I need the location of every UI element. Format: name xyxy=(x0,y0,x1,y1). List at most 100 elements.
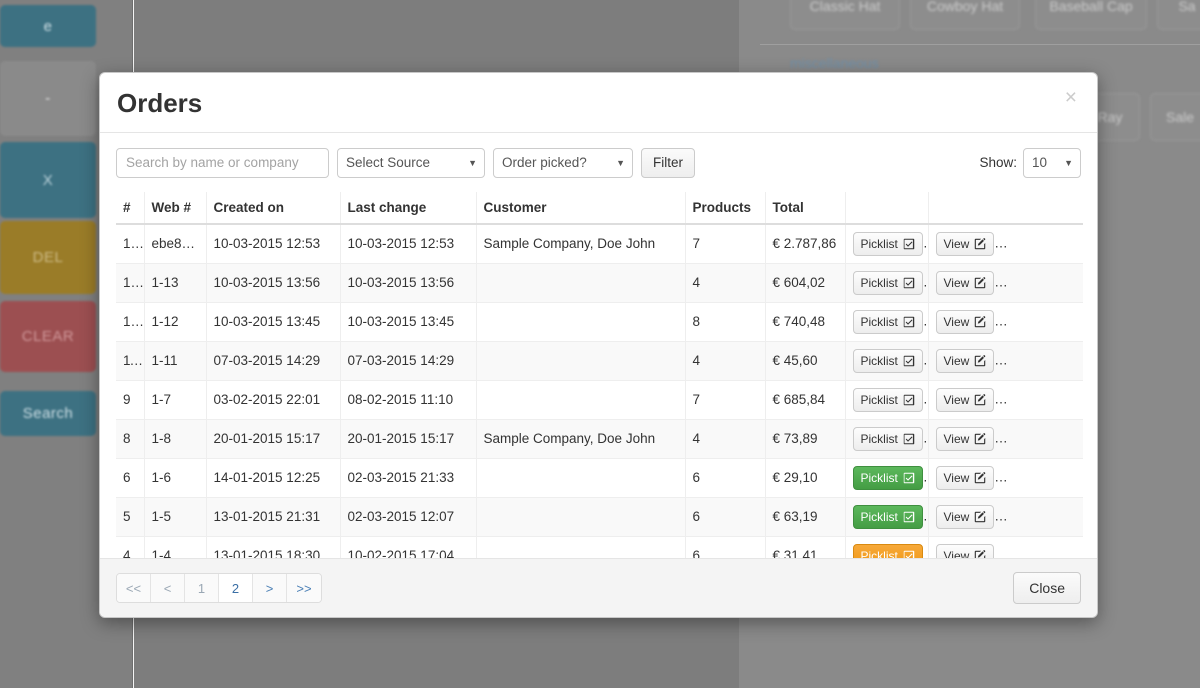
cell-actions: View Print receipt xyxy=(927,418,1083,459)
bg-key-del-label: DEL xyxy=(32,249,64,266)
cell-web-number: 1-7 xyxy=(143,379,206,420)
show-count-value: 10 xyxy=(1032,155,1048,171)
print-receipt-button[interactable]: Print receipt xyxy=(999,270,1083,295)
pagination-prev[interactable]: < xyxy=(151,574,185,602)
cell-order-total: € 685,84 xyxy=(764,379,845,420)
bg-key-minus[interactable]: - xyxy=(0,61,96,136)
bg-button-cowboy-hat[interactable]: Cowboy Hat xyxy=(910,0,1020,30)
cell-last-change: 10-03-2015 13:56 xyxy=(339,262,476,303)
cell-last-change: 02-03-2015 21:33 xyxy=(339,457,476,498)
bg-button-classic-hat[interactable]: Classic Hat xyxy=(790,0,900,30)
view-button[interactable]: View xyxy=(935,543,995,558)
view-button[interactable]: View xyxy=(935,504,995,529)
cell-actions: View Print receipt xyxy=(927,301,1083,342)
cell-products-count: 6 xyxy=(684,535,765,558)
view-button[interactable]: View xyxy=(935,348,995,373)
cell-web-number: 1-6 xyxy=(143,457,206,498)
picklist-button[interactable]: Picklist xyxy=(852,465,923,490)
cell-products-count: 7 xyxy=(684,223,765,264)
table-row: 12 1-12 10-03-2015 13:45 10-03-2015 13:45 8 €… xyxy=(116,301,1083,342)
column-header-: # xyxy=(116,191,144,225)
print-receipt-button-label: Print receipt xyxy=(1007,314,1072,329)
view-button-label: View xyxy=(943,392,970,407)
picklist-button[interactable]: Picklist xyxy=(852,426,923,451)
cell-created-on: 07-03-2015 14:29 xyxy=(205,340,340,381)
print-receipt-button-label: Print receipt xyxy=(1007,275,1072,290)
show-count-select[interactable]: 10 ▼ xyxy=(1023,147,1081,178)
printer-icon xyxy=(1076,511,1083,523)
picklist-button-label: Picklist xyxy=(860,509,898,524)
print-receipt-button[interactable]: Print receipt xyxy=(999,348,1083,373)
cell-order-number: 6 xyxy=(116,457,144,498)
print-receipt-button[interactable]: Print receipt xyxy=(999,309,1083,334)
print-receipt-button[interactable]: Print receipt xyxy=(999,426,1083,451)
picklist-button[interactable]: Picklist xyxy=(852,504,923,529)
bg-button-sale[interactable]: Sale xyxy=(1150,93,1200,141)
modal-body: Select Source ▼ Order picked? ▼ Filter S… xyxy=(100,132,1097,558)
cell-order-number: 4 xyxy=(116,535,144,558)
close-icon[interactable]: × xyxy=(1061,85,1081,110)
pagination-last[interactable]: >> xyxy=(287,574,321,602)
view-button[interactable]: View xyxy=(935,309,995,334)
picklist-button[interactable]: Picklist xyxy=(852,543,923,558)
cell-customer xyxy=(475,301,685,342)
cell-customer: Sample Company, Doe John xyxy=(475,418,685,459)
cell-actions: View Print receipt xyxy=(927,262,1083,303)
picklist-button[interactable]: Picklist xyxy=(852,231,923,256)
pagination-page-1[interactable]: 1 xyxy=(185,574,219,602)
printer-icon xyxy=(1076,472,1083,484)
print-receipt-button[interactable]: Print receipt xyxy=(999,387,1083,412)
bg-key-del[interactable]: DEL xyxy=(0,221,96,294)
cell-products-count: 4 xyxy=(684,340,765,381)
view-button[interactable]: View xyxy=(935,465,995,490)
check-square-icon xyxy=(903,433,915,445)
column-header-actions-7 xyxy=(844,191,928,225)
print-receipt-button[interactable]: Print receipt xyxy=(999,465,1083,490)
view-button[interactable]: View xyxy=(935,231,995,256)
cell-products-count: 6 xyxy=(684,496,765,537)
cell-actions: View Print receipt xyxy=(927,496,1083,537)
cell-web-number: 1-13 xyxy=(143,262,206,303)
search-input[interactable] xyxy=(116,147,329,178)
bg-key-e-label: e xyxy=(43,17,53,35)
print-receipt-button[interactable]: Print receipt xyxy=(999,504,1083,529)
pagination-page-2[interactable]: 2 xyxy=(219,574,253,602)
bg-button-baseball-cap[interactable]: Baseball Cap xyxy=(1035,0,1147,30)
printer-icon xyxy=(1076,277,1083,289)
orders-modal: Orders × Select Source ▼ Order picked? ▼… xyxy=(99,72,1098,618)
picklist-button[interactable]: Picklist xyxy=(852,387,923,412)
bg-button-sa[interactable]: Sa xyxy=(1157,0,1200,30)
print-receipt-button-label: Print receipt xyxy=(1007,236,1072,251)
cell-customer xyxy=(475,457,685,498)
order-picked-select[interactable]: Order picked? ▼ xyxy=(493,147,633,178)
view-button[interactable]: View xyxy=(935,426,995,451)
picklist-button[interactable]: Picklist xyxy=(852,270,923,295)
cell-web-number: 1-5 xyxy=(143,496,206,537)
bg-key-e[interactable]: e xyxy=(0,5,96,47)
view-button[interactable]: View xyxy=(935,270,995,295)
picklist-button[interactable]: Picklist xyxy=(852,348,923,373)
print-receipt-button[interactable]: Print receipt xyxy=(999,231,1083,256)
picklist-button-label: Picklist xyxy=(860,392,898,407)
picklist-button[interactable]: Picklist xyxy=(852,309,923,334)
print-receipt-button-label: Print receipt xyxy=(1007,353,1072,368)
pagination: << <1 2 > >> xyxy=(116,573,322,603)
column-header-created-on: Created on xyxy=(205,191,340,225)
close-button[interactable]: Close xyxy=(1013,572,1081,604)
print-receipt-button[interactable]: Print receipt xyxy=(999,543,1083,558)
bg-key-x[interactable]: X xyxy=(0,142,96,218)
source-select[interactable]: Select Source ▼ xyxy=(337,147,485,178)
cell-last-change: 20-01-2015 15:17 xyxy=(339,418,476,459)
filter-button[interactable]: Filter xyxy=(641,147,695,178)
table-row: 13 1-13 10-03-2015 13:56 10-03-2015 13:56 4 €… xyxy=(116,262,1083,303)
background-category-link-miscellaneous[interactable]: miscellaneous xyxy=(790,55,879,71)
view-button[interactable]: View xyxy=(935,387,995,412)
pagination-first[interactable]: << xyxy=(117,574,151,602)
bg-key-clear[interactable]: CLEAR xyxy=(0,301,96,372)
cell-products-count: 8 xyxy=(684,301,765,342)
pagination-next[interactable]: > xyxy=(253,574,287,602)
bg-button-sa-label: Sa xyxy=(1178,0,1196,14)
bg-key-search[interactable]: Search xyxy=(0,391,96,436)
bg-button-classic-hat-label: Classic Hat xyxy=(809,0,881,14)
chevron-down-icon: ▼ xyxy=(468,157,477,168)
